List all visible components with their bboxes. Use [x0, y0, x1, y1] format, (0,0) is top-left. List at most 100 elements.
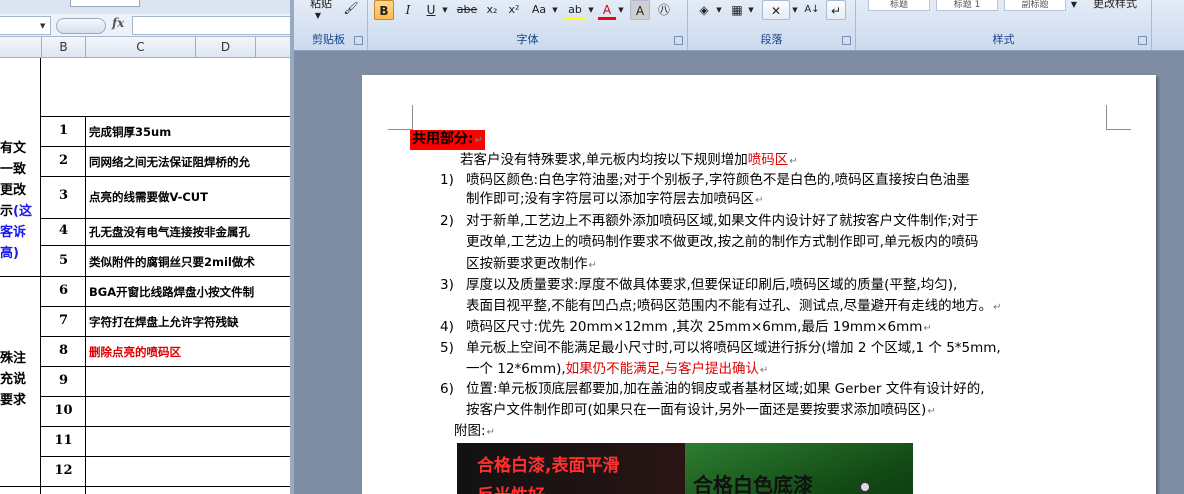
- chevron-down-icon[interactable]: ▼: [616, 0, 626, 20]
- highlight-icon[interactable]: ab: [564, 0, 586, 20]
- row-number: 11: [54, 433, 73, 448]
- name-box[interactable]: ▼: [0, 16, 51, 35]
- list-item-line[interactable]: 按客户文件制作即可(如果只在一面有设计,另外一面还是要按要求添加喷码区)↵: [466, 401, 936, 421]
- styles-more-icon[interactable]: ▼: [1068, 0, 1080, 15]
- chevron-down-icon[interactable]: ▼: [440, 0, 450, 20]
- category-cell-special[interactable]: 殊注 充说 要求: [0, 348, 40, 411]
- list-number: 5): [440, 340, 454, 356]
- list-item-line[interactable]: 表面目视平整,不能有凹凸点;喷码区范围内不能有过孔、测试点,尽量避开有走线的地方…: [466, 297, 1002, 317]
- table-row[interactable]: 删除点亮的喷码区: [89, 344, 289, 360]
- chevron-down-icon[interactable]: ▼: [714, 0, 724, 20]
- row-number: 10: [54, 403, 73, 418]
- embedded-photo[interactable]: 合格白漆,表面平滑 反光性好 合格白色底漆: [457, 443, 913, 494]
- document-page[interactable]: 共用部分:↵ 若客户没有特殊要求,单元板内均按以下规则增加喷码区↵ 1) 喷码区…: [362, 75, 1156, 494]
- chevron-down-icon[interactable]: ▼: [40, 22, 45, 30]
- attachment-label[interactable]: 附图:↵: [454, 422, 495, 442]
- formula-buttons[interactable]: [56, 18, 106, 34]
- excel-window: ▼ fx B C D 1 完成铜厚35um 2 同网络之间无法保证阻焊桥的允 3: [0, 0, 290, 494]
- underline-button[interactable]: U: [422, 0, 440, 20]
- worksheet-grid[interactable]: 1 完成铜厚35um 2 同网络之间无法保证阻焊桥的允 3 点亮的线需要做V-C…: [0, 58, 290, 494]
- clipboard-group: 粘贴 ▼ 🖌 剪贴板: [290, 0, 368, 50]
- via-hole-icon: [859, 481, 871, 493]
- column-header-d[interactable]: D: [196, 37, 256, 57]
- editing-group: [1152, 0, 1184, 50]
- borders-icon[interactable]: ▦: [728, 0, 746, 20]
- shading-icon[interactable]: ◈: [694, 0, 714, 20]
- table-row[interactable]: 点亮的线需要做V-CUT: [89, 189, 289, 205]
- styles-group-label: 样式: [992, 33, 1015, 46]
- window-border: [290, 0, 294, 494]
- list-item-line[interactable]: 制作即可;没有字符层可以添加字符层去加喷码区↵: [466, 190, 763, 210]
- column-header-a[interactable]: [0, 37, 42, 57]
- photo-caption-right: 合格白色底漆: [693, 473, 813, 494]
- list-number: 1): [440, 172, 454, 188]
- formula-bar: ▼ fx: [0, 14, 290, 37]
- sort-icon[interactable]: A↓: [802, 0, 822, 20]
- table-row[interactable]: 孔无盘没有电气连接按非金属孔: [89, 224, 289, 240]
- chevron-down-icon[interactable]: ▼: [746, 0, 756, 20]
- row-number: 8: [58, 343, 69, 358]
- list-item[interactable]: 位置:单元板顶底层都要加,加在盖油的铜皮或者基材区域;如果 Gerber 文件有…: [466, 380, 985, 398]
- excel-ribbon-strip: [0, 0, 290, 14]
- list-number: 6): [440, 381, 454, 397]
- chevron-down-icon[interactable]: ▼: [586, 0, 596, 20]
- enclose-characters-button[interactable]: ㊇: [654, 0, 674, 20]
- strikethrough-button[interactable]: abe: [454, 0, 480, 20]
- list-number: 2): [440, 213, 454, 229]
- photo-caption-left-2: 反光性好: [477, 481, 545, 494]
- column-header-c[interactable]: C: [86, 37, 196, 57]
- insert-function-icon[interactable]: fx: [112, 16, 124, 30]
- row-number: 2: [58, 153, 69, 168]
- dialog-launcher-icon[interactable]: [842, 36, 851, 45]
- font-group: B I U ▼ abe x₂ x² Aa ▼ ab ▼ A ▼ A ㊇ 字体: [368, 0, 688, 50]
- style-subtitle[interactable]: 副标题: [1004, 0, 1066, 11]
- chevron-down-icon[interactable]: ▼: [790, 0, 800, 20]
- table-row[interactable]: 同网络之间无法保证阻焊桥的允: [89, 154, 289, 170]
- column-header-e[interactable]: [256, 37, 290, 57]
- style-heading-1[interactable]: 标题 1: [936, 0, 998, 11]
- italic-button[interactable]: I: [398, 0, 418, 20]
- intro-paragraph[interactable]: 若客户没有特殊要求,单元板内均按以下规则增加喷码区↵: [460, 151, 798, 171]
- chevron-down-icon[interactable]: ▼: [550, 0, 560, 20]
- column-headers: B C D: [0, 37, 290, 58]
- formula-input[interactable]: [132, 16, 290, 35]
- row-number: 12: [54, 463, 73, 478]
- section-title[interactable]: 共用部分:↵: [410, 130, 485, 150]
- list-item[interactable]: 厚度以及质量要求:厚度不做具体要求,但要保证印刷后,喷码区域的质量(平整,均匀)…: [466, 276, 957, 294]
- chevron-down-icon[interactable]: ▼: [312, 6, 324, 26]
- table-row[interactable]: 类似附件的腐铜丝只要2mil做术: [89, 254, 289, 270]
- dialog-launcher-icon[interactable]: [1138, 36, 1147, 45]
- superscript-button[interactable]: x²: [504, 0, 524, 20]
- table-row[interactable]: 完成铜厚35um: [89, 124, 289, 140]
- change-case-button[interactable]: Aa: [528, 0, 550, 20]
- table-row[interactable]: BGA开窗比线路焊盘小按文件制: [89, 284, 289, 300]
- chinese-layout-icon[interactable]: ✕: [762, 0, 790, 20]
- crop-mark-right: [1106, 105, 1131, 130]
- list-number: 4): [440, 319, 454, 335]
- row-number: 4: [58, 223, 69, 238]
- character-shading-button[interactable]: A: [630, 0, 650, 20]
- list-item[interactable]: 单元板上空间不能满足最小尺寸时,可以将喷码区域进行拆分(增加 2 个区域,1 个…: [466, 339, 1001, 357]
- table-row[interactable]: 字符打在焊盘上允许字符残缺: [89, 314, 289, 330]
- row-number: 5: [58, 253, 69, 268]
- list-item-line[interactable]: 区按新要求更改制作↵: [466, 255, 597, 275]
- format-painter-icon[interactable]: 🖌: [342, 0, 360, 18]
- list-number: 3): [440, 277, 454, 293]
- bold-button[interactable]: B: [374, 0, 394, 20]
- font-color-button[interactable]: A: [598, 0, 616, 20]
- list-item-line[interactable]: 更改单,工艺边上的喷码制作要求不做更改,按之前的制作方式制作即可,单元板内的喷码: [466, 233, 978, 251]
- list-item[interactable]: 喷码区尺寸:优先 20mm×12mm ,其次 25mm×6mm,最后 19mm×…: [466, 318, 932, 338]
- dialog-launcher-icon[interactable]: [354, 36, 363, 45]
- word-window: 粘贴 ▼ 🖌 剪贴板 B I U ▼ abe x₂ x² Aa ▼ ab ▼ A…: [290, 0, 1184, 494]
- change-styles-button[interactable]: 更改样式: [1084, 0, 1146, 14]
- list-item[interactable]: 喷码区颜色:白色字符油墨;对于个别板子,字符颜色不是白色的,喷码区直接按白色油墨: [466, 171, 970, 189]
- show-marks-icon[interactable]: ↵: [826, 0, 846, 20]
- excel-ribbon-control[interactable]: [70, 0, 140, 7]
- list-item[interactable]: 对于新单,工艺边上不再额外添加喷码区域,如果文件内设计好了就按客户文件制作;对于: [466, 212, 979, 230]
- list-item-line[interactable]: 一个 12*6mm),如果仍不能满足,与客户提出确认↵: [466, 360, 768, 380]
- subscript-button[interactable]: x₂: [482, 0, 502, 20]
- column-header-b[interactable]: B: [42, 37, 86, 57]
- dialog-launcher-icon[interactable]: [674, 36, 683, 45]
- category-cell-general[interactable]: 有文 一致 更改 示(这 客诉 高): [0, 138, 40, 264]
- style-title[interactable]: 标题: [868, 0, 930, 11]
